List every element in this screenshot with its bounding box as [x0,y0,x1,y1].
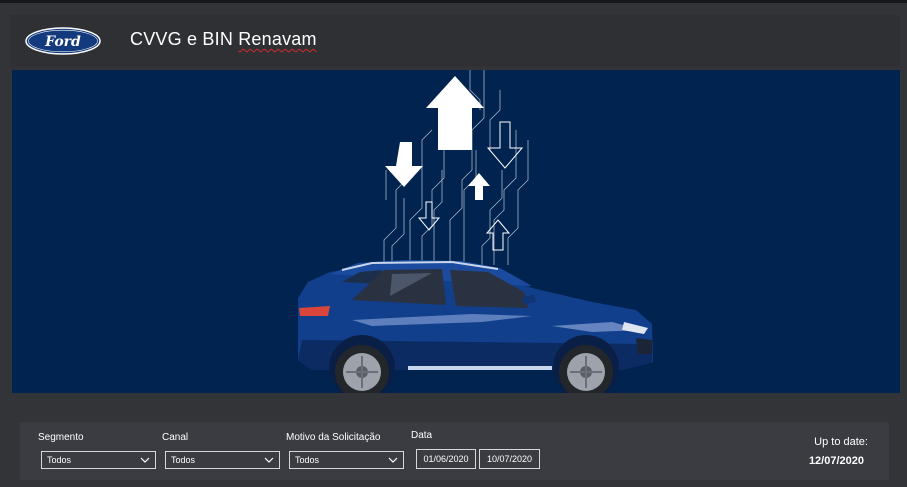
arrow-up-large-icon [426,76,484,150]
start-date-input[interactable]: 01/06/2020 [416,449,476,469]
canal-value: Todos [171,455,196,465]
motivo-label: Motivo da Solicitação [286,432,381,443]
motivo-dropdown[interactable]: Todos [289,451,404,469]
ford-logo: Ford [25,27,101,55]
chevron-down-icon [140,457,150,463]
up-to-date-label: Up to date: [814,436,868,448]
filter-panel: Segmento Todos Canal Todos Motivo da Sol… [20,422,889,480]
hero-banner [12,70,900,393]
page-title: CVVG e BIN Renavam [130,29,317,50]
ford-logo-text: Ford [44,34,81,50]
segmento-dropdown[interactable]: Todos [41,451,156,469]
arrow-down-icon [385,142,423,187]
arrow-down-outline-icon [486,121,524,169]
arrow-up-small-icon [468,173,490,200]
segmento-label: Segmento [38,432,84,443]
report-canvas: Ford CVVG e BIN Renavam Segmento Todos C… [0,0,907,487]
chevron-down-icon [388,457,398,463]
data-label: Data [411,430,433,441]
chevron-down-icon [264,457,274,463]
end-date-input[interactable]: 10/07/2020 [479,449,540,469]
canal-dropdown[interactable]: Todos [165,451,280,469]
page-title-text: CVVG e BIN Renavam [130,29,317,49]
motivo-value: Todos [295,455,320,465]
canal-label: Canal [162,432,189,443]
suv-car-illustration [298,260,653,393]
segmento-value: Todos [47,455,72,465]
hero-illustration [298,70,653,393]
up-to-date-value: 12/07/2020 [808,455,864,467]
report-header: Ford CVVG e BIN Renavam [10,15,900,67]
title-renavam-word: Renavam [238,29,317,49]
